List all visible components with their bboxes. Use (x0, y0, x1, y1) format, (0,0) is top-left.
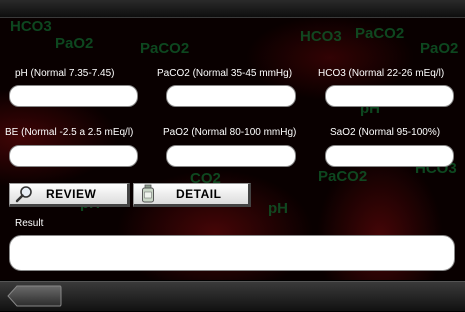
ph-label: pH (Normal 7.35-7.45) (15, 68, 115, 79)
pao2-input[interactable] (166, 145, 296, 167)
watermark: PaCO2 (355, 25, 405, 42)
sao2-label: SaO2 (Normal 95-100%) (330, 127, 441, 138)
ph-input[interactable] (9, 85, 138, 107)
watermark: pH (268, 200, 288, 217)
paco2-label: PaCO2 (Normal 35-45 mmHg) (157, 68, 293, 79)
bottle-icon (134, 184, 162, 204)
watermark: PaCO2 (140, 40, 190, 57)
detail-button[interactable]: DETAIL (133, 183, 251, 207)
sao2-input[interactable] (325, 145, 454, 167)
be-label: BE (Normal -2.5 a 2.5 mEq/l) (5, 127, 134, 138)
result-label: Result (15, 218, 44, 229)
magnifier-icon (10, 185, 38, 203)
watermark: HCO3 (300, 28, 342, 45)
hco3-input[interactable] (325, 85, 454, 107)
watermark: HCO3 (10, 18, 52, 35)
back-button[interactable] (7, 285, 62, 307)
pao2-label: PaO2 (Normal 80-100 mmHg) (163, 127, 297, 138)
watermark: PaCO2 (318, 168, 368, 185)
review-button[interactable]: REVIEW (9, 183, 130, 207)
watermark: PaO2 (420, 40, 459, 57)
detail-label: DETAIL (176, 187, 222, 201)
watermark: PaO2 (55, 35, 94, 52)
be-input[interactable] (9, 145, 138, 167)
back-arrow-icon (7, 285, 62, 307)
paco2-input[interactable] (166, 85, 296, 107)
hco3-label: HCO3 (Normal 22-26 mEq/l) (318, 68, 445, 79)
top-bar (0, 0, 465, 18)
result-field[interactable] (9, 235, 455, 271)
review-label: REVIEW (46, 187, 97, 201)
bottom-toolbar (0, 281, 465, 311)
